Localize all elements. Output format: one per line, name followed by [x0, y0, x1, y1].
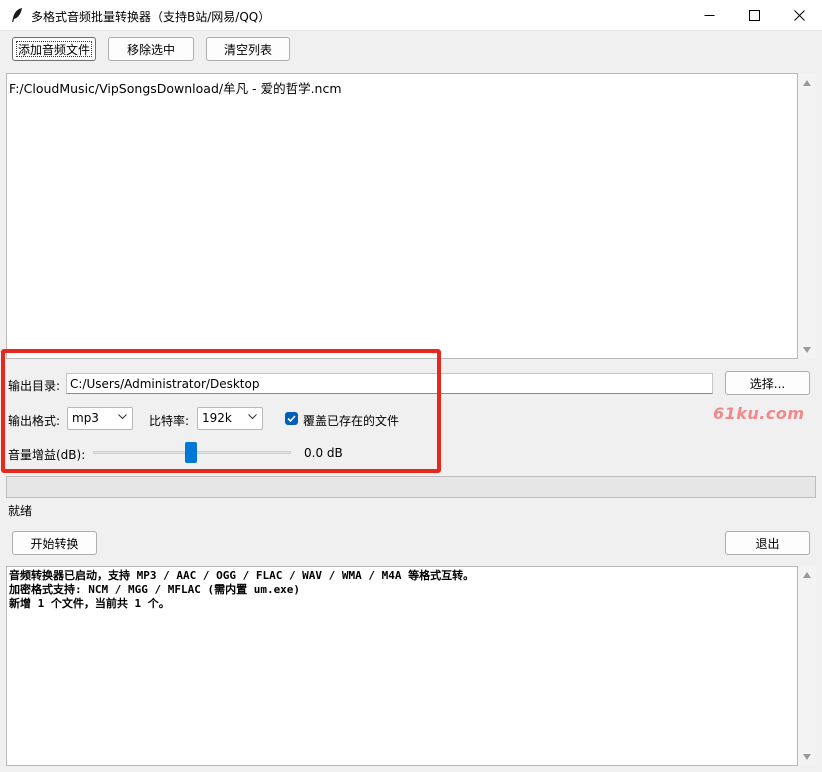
bitrate-select[interactable]: 192k [197, 407, 263, 430]
start-convert-label: 开始转换 [30, 536, 79, 551]
watermark: 61ku.com [713, 404, 805, 423]
bitrate-label: 比特率: [149, 414, 190, 428]
maximize-button[interactable] [731, 0, 777, 31]
gain-value: 0.0 dB [304, 446, 343, 460]
chevron-down-icon [118, 414, 127, 420]
checkmark-icon [287, 415, 296, 423]
log-scrollbar[interactable] [799, 566, 816, 766]
remove-selected-button[interactable]: 移除选中 [108, 37, 194, 61]
browse-button[interactable]: 选择... [725, 371, 810, 395]
format-label: 输出格式: [8, 414, 61, 428]
gain-label: 音量增益(dB): [8, 448, 86, 462]
output-dir-input[interactable] [66, 373, 713, 394]
start-convert-button[interactable]: 开始转换 [12, 531, 97, 555]
format-value: mp3 [72, 411, 99, 425]
add-audio-label: 添加音频文件 [17, 42, 90, 57]
close-button[interactable] [776, 0, 822, 31]
chevron-down-icon [248, 414, 257, 420]
browse-label: 选择... [749, 376, 786, 391]
maximize-icon [748, 10, 760, 21]
scroll-down-icon[interactable] [803, 347, 811, 353]
log-line: 加密格式支持: NCM / MGG / MFLAC (需内置 um.exe) [9, 583, 301, 596]
log-textbox[interactable]: 音频转换器已启动，支持 MP3 / AAC / OGG / FLAC / WAV… [6, 566, 798, 766]
bitrate-value: 192k [202, 411, 232, 425]
overwrite-label: 覆盖已存在的文件 [303, 414, 400, 428]
status-text: 就绪 [8, 504, 33, 518]
scroll-up-icon[interactable] [803, 572, 811, 578]
remove-selected-label: 移除选中 [126, 42, 175, 57]
exit-label: 退出 [755, 536, 780, 551]
feather-icon [12, 8, 22, 22]
window-title: 多格式音频批量转换器（支持B站/网易/QQ） [31, 10, 271, 24]
scroll-down-icon[interactable] [803, 754, 811, 760]
output-dir-label: 输出目录: [8, 379, 61, 393]
gain-slider-thumb[interactable] [185, 442, 197, 463]
minimize-icon [704, 15, 714, 16]
list-item[interactable]: F:/CloudMusic/VipSongsDownload/牟凡 - 爱的哲学… [9, 78, 342, 97]
clear-list-button[interactable]: 清空列表 [206, 37, 290, 61]
progress-bar [6, 476, 816, 498]
overwrite-checkbox[interactable] [285, 412, 298, 425]
title-bar: 多格式音频批量转换器（支持B站/网易/QQ） [0, 0, 822, 31]
scroll-up-icon[interactable] [803, 80, 811, 86]
close-icon [793, 10, 805, 21]
file-listbox[interactable]: F:/CloudMusic/VipSongsDownload/牟凡 - 爱的哲学… [6, 73, 798, 359]
add-audio-button[interactable]: 添加音频文件 [12, 37, 96, 61]
file-list-scrollbar[interactable] [799, 73, 816, 359]
log-line: 音频转换器已启动，支持 MP3 / AAC / OGG / FLAC / WAV… [9, 569, 475, 582]
exit-button[interactable]: 退出 [725, 531, 810, 555]
log-line: 新增 1 个文件，当前共 1 个。 [9, 597, 170, 610]
minimize-button[interactable] [686, 0, 732, 31]
format-select[interactable]: mp3 [67, 407, 133, 430]
clear-list-label: 清空列表 [223, 42, 272, 57]
